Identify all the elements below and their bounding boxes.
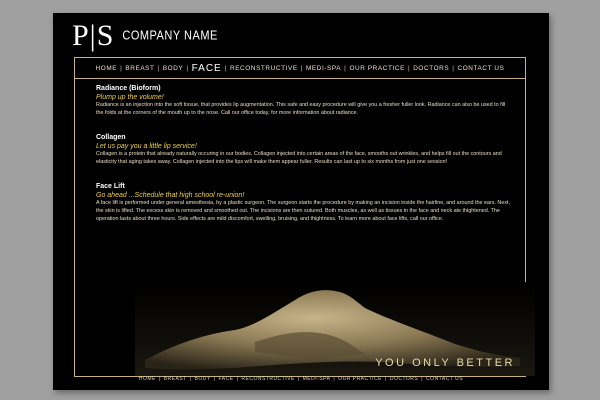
footer-link-contact-us[interactable]: CONTACT US <box>426 376 463 382</box>
procedure-section: Collagen Let us pay you a little lip serv… <box>96 133 514 166</box>
procedure-section: Face Lift Go ahead ...Schedule that high … <box>96 182 514 223</box>
company-name: COMPANY NAME <box>122 28 218 44</box>
footer-link-home[interactable]: HOME <box>139 376 156 382</box>
footer-separator: | <box>189 376 192 382</box>
section-subtitle: Plump up the volume! <box>96 94 164 101</box>
footer-link-doctors[interactable]: DOCTORS <box>390 376 418 382</box>
nav-item-face[interactable]: FACE <box>192 63 222 74</box>
nav-item-breast[interactable]: BREAST <box>125 65 154 72</box>
footer-link-breast[interactable]: BREAST <box>164 376 187 382</box>
content-frame: HOME | BREAST | BODY | FACE | RECONSTRUCTIVE | MED… <box>74 57 535 377</box>
section-subtitle: Go ahead ...Schedule that high school re… <box>96 192 245 200</box>
footer-link-reconstructive[interactable]: RECONSTRUCTIVE <box>241 376 294 382</box>
section-body: Collagen is a protein that already natur… <box>96 151 502 165</box>
nav-separator: | <box>344 64 347 72</box>
section-subtitle: Let us pay you a little lip service! <box>96 143 197 151</box>
section-body: A face lift is performed under general a… <box>96 200 511 222</box>
nav-separator: | <box>300 64 303 72</box>
tagline: YOU ONLY BETTER <box>375 357 515 369</box>
logo-mark: P|S <box>72 19 115 52</box>
nav-item-reconstructive[interactable]: RECONSTRUCTIVE <box>230 65 298 72</box>
footer-link-face[interactable]: FACE <box>219 376 234 382</box>
section-body: Radiance is an injection into the soft t… <box>96 102 506 116</box>
footer-link-our-practice[interactable]: OUR PRACTICE <box>338 376 382 382</box>
website-page: P|S COMPANY NAME HOME | BREAST | BODY | FACE | R… <box>53 13 549 390</box>
footer-separator: | <box>421 376 424 382</box>
nav-item-doctors[interactable]: DOCTORS <box>413 65 449 72</box>
logo[interactable]: P|S COMPANY NAME <box>72 20 218 52</box>
nav-separator: | <box>452 64 455 72</box>
footer-separator: | <box>158 376 161 382</box>
nav-separator: | <box>186 64 189 72</box>
footer-separator: | <box>236 376 239 382</box>
main-nav: HOME | BREAST | BODY | FACE | RECONSTRUCTIVE | MED… <box>75 58 525 79</box>
footer-nav: HOME | BREAST | BODY | FACE | RECONSTRUCTIVE | MED… <box>53 373 549 385</box>
footer-link-body[interactable]: BODY <box>195 376 211 382</box>
footer-link-medi-spa[interactable]: MEDI-SPA <box>303 376 331 382</box>
section-title: Face Lift <box>96 183 125 191</box>
nav-item-medi-spa[interactable]: MEDI-SPA <box>306 65 341 72</box>
footer-separator: | <box>385 376 387 382</box>
procedure-section: Radiance (Bioform) Plump up the volume! Ra… <box>96 84 514 117</box>
nav-item-home[interactable]: HOME <box>96 65 118 72</box>
section-title: Collagen <box>96 134 126 142</box>
footer-separator: | <box>333 376 336 382</box>
nav-separator: | <box>120 64 123 72</box>
nav-separator: | <box>224 64 227 72</box>
main-content: Radiance (Bioform) Plump up the volume! Ra… <box>96 84 514 239</box>
nav-item-our-practice[interactable]: OUR PRACTICE <box>349 65 405 72</box>
nav-separator: | <box>407 64 411 72</box>
nav-item-contact-us[interactable]: CONTACT US <box>458 65 505 72</box>
nav-item-body[interactable]: BODY <box>163 65 184 72</box>
section-title: Radiance (Bioform) <box>96 85 161 92</box>
nav-separator: | <box>157 64 160 72</box>
footer-separator: | <box>213 376 216 382</box>
footer-separator: | <box>297 376 300 382</box>
